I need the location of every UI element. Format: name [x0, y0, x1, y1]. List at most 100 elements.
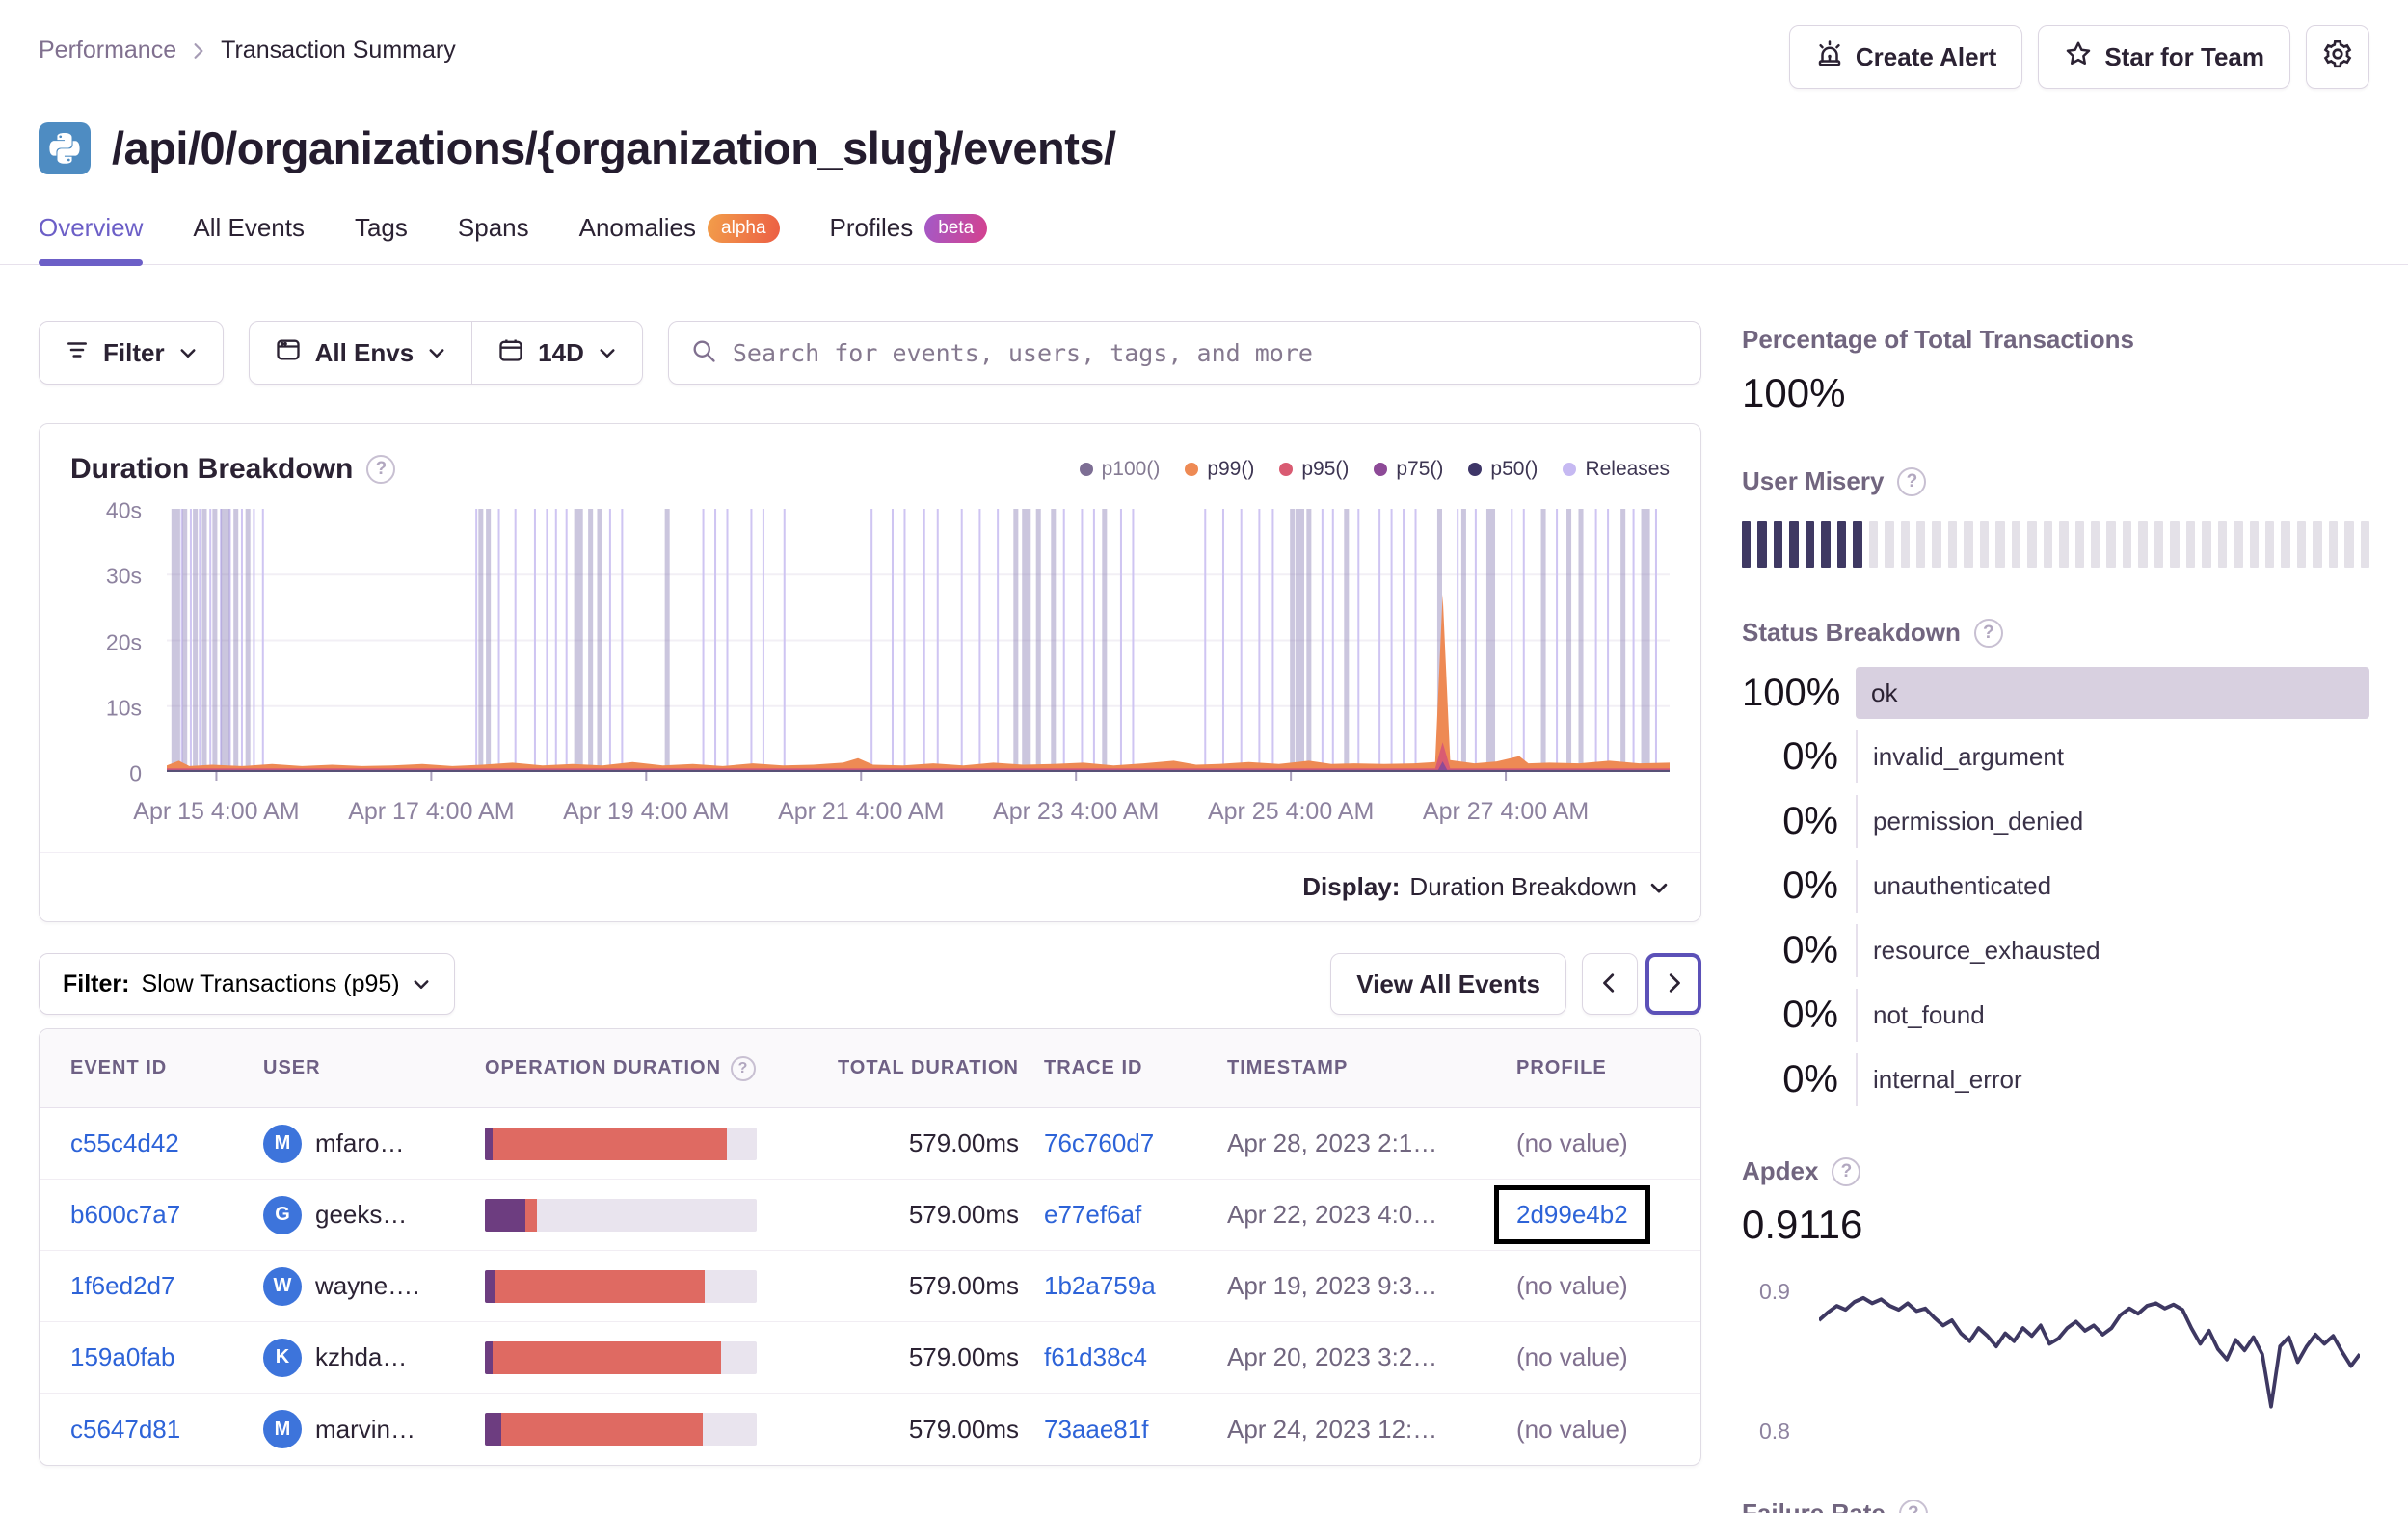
trace-id-link[interactable]: 73aae81f [1044, 1415, 1148, 1444]
star-icon [2064, 40, 2093, 75]
legend-item-p95[interactable]: p95() [1279, 458, 1349, 481]
trace-id-link[interactable]: 1b2a759a [1044, 1271, 1156, 1300]
trace-id-cell: 73aae81f [1044, 1415, 1227, 1445]
misery-segment [2138, 521, 2148, 568]
x-tick-label: Apr 17 4:00 AM [348, 798, 515, 825]
help-icon[interactable]: ? [1832, 1156, 1861, 1186]
help-icon[interactable]: ? [366, 455, 396, 484]
event-id-cell: b600c7a7 [70, 1200, 263, 1230]
tab-overview[interactable]: Overview [39, 213, 144, 266]
duration-breakdown-chart[interactable]: Apr 15 4:00 AM Apr 17 4:00 AM Apr 19 4:00 … [133, 509, 1670, 844]
event-id-link[interactable]: b600c7a7 [70, 1200, 180, 1229]
environment-selector[interactable]: All Envs [250, 322, 472, 384]
breadcrumb-current: Transaction Summary [221, 37, 456, 64]
event-id-link[interactable]: 159a0fab [70, 1342, 174, 1371]
status-row-internal_error: 0% internal_error [1742, 1053, 2369, 1106]
table-row: c55c4d42 Mmfaro… 579.00ms 76c760d7 Apr 28, 2… [40, 1108, 1700, 1180]
breadcrumb-performance[interactable]: Performance [39, 37, 176, 65]
filter-dropdown[interactable]: Filter [39, 321, 224, 385]
status-row-not_found: 0% not_found [1742, 989, 2369, 1042]
column-header-label: TIMESTAMP [1227, 1057, 1349, 1078]
transaction-summary-page: { "breadcrumb": { "parent": "Performance… [0, 0, 2408, 1513]
trace-id-link[interactable]: 76c760d7 [1044, 1128, 1154, 1157]
profile-cell: (no value) [1516, 1415, 1670, 1445]
view-all-events-button[interactable]: View All Events [1330, 953, 1566, 1015]
star-for-team-button[interactable]: Star for Team [2038, 25, 2290, 89]
legend-item-p75[interactable]: p75() [1374, 458, 1443, 481]
tab-tags[interactable]: Tags [355, 213, 408, 264]
events-toolbar: Filter: Slow Transactions (p95) View All… [39, 953, 1701, 1015]
profile-no-value: (no value) [1516, 1414, 1628, 1444]
misery-segment [2344, 521, 2354, 568]
user-cell: Ggeeks… [263, 1195, 485, 1234]
legend-item-Releases[interactable]: Releases [1563, 458, 1670, 481]
event-id-link[interactable]: c55c4d42 [70, 1128, 179, 1157]
misery-segment [2313, 521, 2322, 568]
gear-icon [2322, 39, 2353, 76]
misery-segment [2217, 521, 2228, 568]
y-tick-label: 30s [105, 563, 142, 589]
apdex-y-min-label: 0.8 [1759, 1419, 1790, 1444]
legend-item-p50[interactable]: p50() [1468, 458, 1538, 481]
status-body: permission_denied [1856, 795, 2369, 848]
status-body: internal_error [1856, 1053, 2369, 1106]
event-id-link[interactable]: c5647d81 [70, 1415, 180, 1444]
status-row-unauthenticated: 0% unauthenticated [1742, 860, 2369, 913]
trace-id-cell: 1b2a759a [1044, 1271, 1227, 1301]
chart-x-axis: Apr 15 4:00 AM Apr 17 4:00 AM Apr 19 4:00 … [133, 798, 1670, 831]
transaction-filter-dropdown[interactable]: Filter: Slow Transactions (p95) [39, 953, 455, 1015]
misery-segment [2011, 521, 2021, 568]
legend-dot [1279, 463, 1294, 476]
help-icon[interactable]: ? [731, 1055, 757, 1081]
status-percent: 0% [1782, 735, 1838, 778]
help-icon[interactable]: ? [1898, 1499, 1928, 1513]
alpha-badge: alpha [708, 213, 780, 243]
legend-item-p100[interactable]: p100() [1079, 458, 1161, 481]
create-alert-button[interactable]: Create Alert [1788, 25, 2023, 89]
trace-id-link[interactable]: e77ef6af [1044, 1200, 1141, 1229]
siren-icon [1815, 40, 1844, 75]
previous-page-button[interactable] [1582, 953, 1638, 1015]
total-duration-cell: 579.00ms [908, 1342, 1019, 1371]
misery-segment [1885, 521, 1894, 568]
search-input[interactable] [732, 338, 1679, 367]
y-tick-label: 0 [129, 760, 142, 786]
display-selector[interactable]: Duration Breakdown [1409, 872, 1670, 902]
percentage-total-value: 100% [1742, 370, 1846, 415]
misery-segment [2264, 521, 2275, 568]
misery-segment [2234, 521, 2243, 568]
profile-link[interactable]: 2d99e4b2 [1516, 1200, 1628, 1229]
help-icon[interactable]: ? [1897, 466, 1927, 496]
event-id-link[interactable]: 1f6ed2d7 [70, 1271, 174, 1300]
env-date-group: All Envs 14D [248, 321, 643, 385]
status-body: invalid_argument [1856, 730, 2369, 783]
misery-segment [1821, 521, 1831, 568]
user-misery-bar[interactable] [1742, 521, 2370, 568]
status-label: not_found [1856, 989, 2369, 1042]
trace-id-cell: 76c760d7 [1044, 1128, 1227, 1158]
misery-segment [1853, 521, 1862, 568]
trace-id-link[interactable]: f61d38c4 [1044, 1342, 1147, 1371]
chart-footer: Display: Duration Breakdown [40, 852, 1700, 921]
date-range-selector[interactable]: 14D [471, 322, 642, 384]
legend-label: p100() [1101, 458, 1161, 480]
y-tick-label: 20s [105, 629, 142, 654]
op-segment-http [495, 1269, 706, 1303]
user-name: geeks… [315, 1200, 408, 1229]
trace-id-cell: e77ef6af [1044, 1200, 1227, 1230]
next-page-button[interactable] [1645, 953, 1701, 1015]
total-duration-cell: 579.00ms [908, 1200, 1019, 1229]
tab-all-events[interactable]: All Events [193, 213, 305, 264]
tab-anomalies[interactable]: Anomalies alpha [579, 213, 780, 264]
failure-rate-heading: Failure Rate [1742, 1499, 1886, 1513]
misery-segment [1742, 521, 1752, 568]
view-all-events-label: View All Events [1356, 969, 1540, 998]
help-icon[interactable]: ? [1973, 618, 2003, 648]
tab-profiles[interactable]: Profiles beta [830, 213, 988, 264]
legend-item-p99[interactable]: p99() [1185, 458, 1254, 481]
operation-duration-cell [485, 1340, 822, 1374]
legend-dot [1079, 463, 1093, 476]
user-cell: Mmfaro… [263, 1124, 485, 1163]
settings-button[interactable] [2306, 25, 2369, 89]
tab-spans[interactable]: Spans [458, 213, 529, 264]
